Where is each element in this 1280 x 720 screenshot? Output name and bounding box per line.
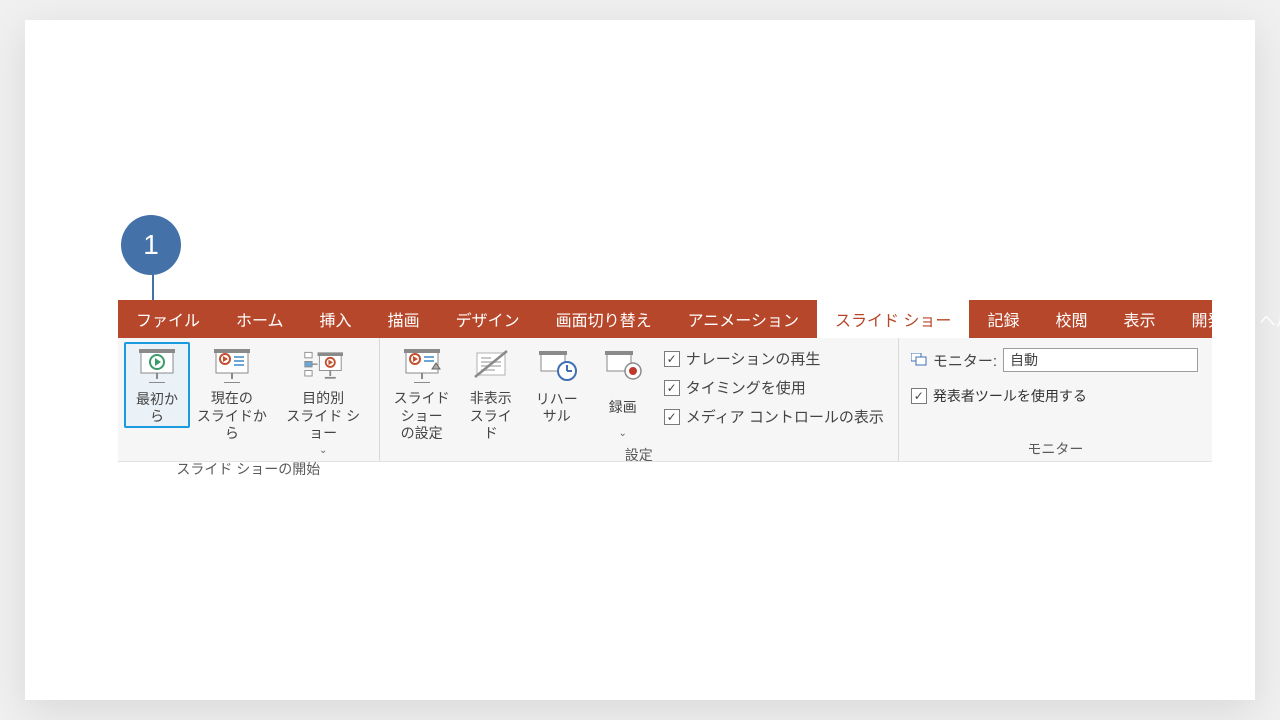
record-button[interactable]: 録画 ⌄	[590, 342, 656, 441]
rehearse-label: リハーサル	[530, 390, 584, 426]
group-setup: スライド ショー の設定	[380, 338, 899, 461]
chevron-down-icon: ⌄	[619, 428, 627, 441]
narration-label: ナレーションの再生	[686, 348, 821, 369]
tab-insert[interactable]: 挿入	[302, 300, 370, 338]
monitor-value: 自動	[1010, 350, 1038, 370]
hide-slide-button[interactable]: 非表示 スライド	[458, 342, 524, 443]
presenter-view-checkbox[interactable]: ✓ 発表者ツールを使用する	[905, 386, 1087, 406]
setup-show-button[interactable]: スライド ショー の設定	[386, 342, 458, 443]
checkbox-checked-icon: ✓	[664, 380, 680, 396]
rehearse-icon	[537, 346, 577, 386]
presenter-view-label: 発表者ツールを使用する	[933, 386, 1087, 406]
callout-step-number: 1	[143, 229, 159, 261]
chevron-down-icon: ⌄	[319, 445, 327, 458]
hide-slide-icon	[471, 346, 511, 386]
from-current-button[interactable]: 現在の スライドから	[190, 342, 274, 443]
hide-slide-label: 非表示 スライド	[464, 390, 518, 443]
monitor-select[interactable]: 自動	[1003, 348, 1198, 372]
group-monitors-label: モニター	[905, 437, 1206, 461]
group-start-slideshow: 最初から	[118, 338, 380, 461]
from-beginning-icon	[137, 346, 177, 386]
ribbon-tabs: ファイル ホーム 挿入 描画 デザイン 画面切り替え アニメーション スライド …	[118, 300, 1212, 338]
group-setup-label: 設定	[386, 443, 892, 467]
custom-slideshow-icon	[303, 346, 343, 386]
tab-review[interactable]: 校閲	[1037, 300, 1105, 338]
media-controls-checkbox[interactable]: ✓ メディア コントロールの表示	[664, 406, 884, 427]
timings-checkbox[interactable]: ✓ タイミングを使用	[664, 377, 884, 398]
record-icon	[603, 346, 643, 386]
rehearse-button[interactable]: リハーサル	[524, 342, 590, 426]
tab-draw[interactable]: 描画	[370, 300, 438, 338]
custom-slideshow-label: 目的別 スライド ショー	[280, 390, 367, 443]
tab-view[interactable]: 表示	[1105, 300, 1173, 338]
tab-transitions[interactable]: 画面切り替え	[538, 300, 670, 338]
tab-home[interactable]: ホーム	[218, 300, 302, 338]
group-start-label: スライド ショーの開始	[124, 457, 373, 481]
monitor-label: モニター:	[933, 350, 997, 371]
from-beginning-label: 最初から	[130, 390, 184, 426]
checkbox-checked-icon: ✓	[664, 409, 680, 425]
callout-step-1: 1	[121, 215, 181, 275]
checkbox-checked-icon: ✓	[911, 388, 927, 404]
timings-label: タイミングを使用	[686, 377, 806, 398]
tab-help[interactable]: ヘルプ	[1242, 300, 1280, 338]
tab-file[interactable]: ファイル	[118, 300, 218, 338]
tab-design[interactable]: デザイン	[438, 300, 538, 338]
from-current-icon	[212, 346, 252, 386]
tab-animations[interactable]: アニメーション	[670, 300, 817, 338]
record-label: 録画	[609, 390, 637, 426]
tab-slideshow[interactable]: スライド ショー	[817, 300, 969, 338]
checkbox-checked-icon: ✓	[664, 351, 680, 367]
from-current-label: 現在の スライドから	[196, 390, 268, 443]
tab-developer[interactable]: 開発	[1173, 300, 1241, 338]
group-monitors: モニター: 自動 ✓ 発表者ツールを使用する モニター	[899, 338, 1212, 461]
ribbon-body: 最初から	[118, 338, 1212, 462]
custom-slideshow-button[interactable]: 目的別 スライド ショー ⌄	[274, 342, 373, 457]
narration-checkbox[interactable]: ✓ ナレーションの再生	[664, 348, 884, 369]
tab-record[interactable]: 記録	[969, 300, 1037, 338]
monitor-icon	[911, 353, 927, 367]
from-beginning-button[interactable]: 最初から	[124, 342, 190, 428]
setup-show-icon	[402, 346, 442, 386]
media-controls-label: メディア コントロールの表示	[686, 406, 884, 427]
setup-show-label: スライド ショー の設定	[392, 390, 452, 443]
